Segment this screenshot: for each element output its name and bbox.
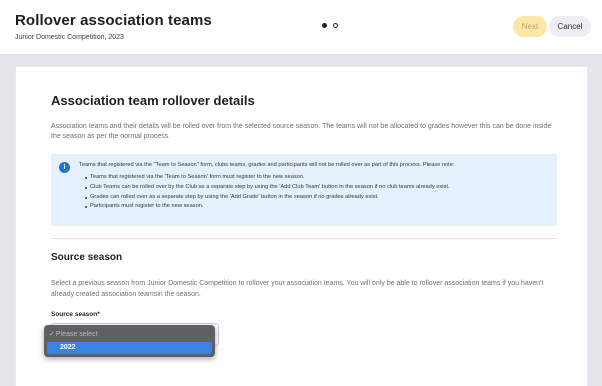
page-title: Rollover association teams [15,12,212,29]
dropdown-option-label: 2022 [60,344,76,351]
source-season-description: Select a previous season from Junior Dom… [51,280,544,298]
check-icon: ✓ [49,331,55,338]
step-dot-2[interactable] [333,23,338,28]
step-indicator [322,23,338,28]
placeholder-text: Please select [55,331,98,338]
info-intro: Teams that registered via the "Team to S… [79,162,455,168]
info-list-item: Club Teams can be rolled over by the Clu… [85,183,551,193]
source-season-label: Source season* [51,311,100,318]
section-heading: Association team rollover details [51,93,255,108]
info-list-item: Teams that registered via the 'Team to S… [85,173,551,183]
step-dot-1[interactable] [322,23,327,28]
section-description: Association teams and their details will… [51,123,552,140]
info-list-item: Grades can rolled over as a separate ste… [85,193,551,203]
info-list: Teams that registered via the 'Team to S… [85,173,551,212]
info-notice: i Teams that registered via the "Team to… [51,154,557,226]
next-button[interactable]: Next [513,16,547,37]
info-icon: i [59,162,70,173]
cancel-button[interactable]: Cancel [549,16,591,37]
section-divider [51,238,557,239]
source-season-heading: Source season [51,252,123,263]
source-season-dropdown[interactable]: ✓Please select 2022 [44,325,215,357]
page-subtitle: Junior Domestic Competition, 2023 [15,34,124,41]
top-bar: Rollover association teams Junior Domest… [0,0,602,55]
dropdown-placeholder-option[interactable]: ✓Please select [49,330,98,338]
info-list-item: Participants must register to the new se… [85,202,551,212]
dropdown-option-2022[interactable]: 2022 [47,342,212,354]
